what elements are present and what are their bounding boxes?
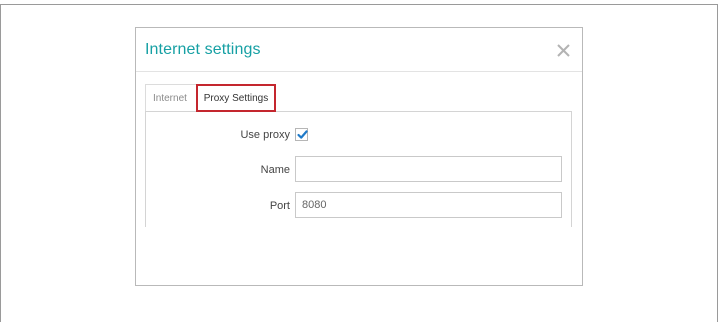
outer-frame-left xyxy=(0,4,1,322)
checkmark-icon xyxy=(297,130,308,139)
screenshot-canvas: Internet settings Internet Proxy Setting… xyxy=(0,0,724,322)
tab-internet[interactable]: Internet xyxy=(145,84,199,112)
outer-frame-right xyxy=(717,4,718,322)
port-label: Port xyxy=(269,200,290,212)
port-input[interactable] xyxy=(295,192,562,218)
header-divider xyxy=(136,71,582,72)
use-proxy-checkbox[interactable] xyxy=(295,128,308,141)
name-label: Name xyxy=(260,164,290,176)
internet-settings-dialog: Internet settings Internet Proxy Setting… xyxy=(135,27,583,286)
name-input[interactable] xyxy=(295,156,562,182)
outer-frame-top xyxy=(0,4,718,5)
dialog-title: Internet settings xyxy=(145,41,261,58)
close-button[interactable] xyxy=(555,42,573,60)
close-icon xyxy=(557,44,570,57)
tab-proxy-settings[interactable]: Proxy Settings xyxy=(196,84,276,112)
use-proxy-label: Use proxy xyxy=(240,129,290,141)
